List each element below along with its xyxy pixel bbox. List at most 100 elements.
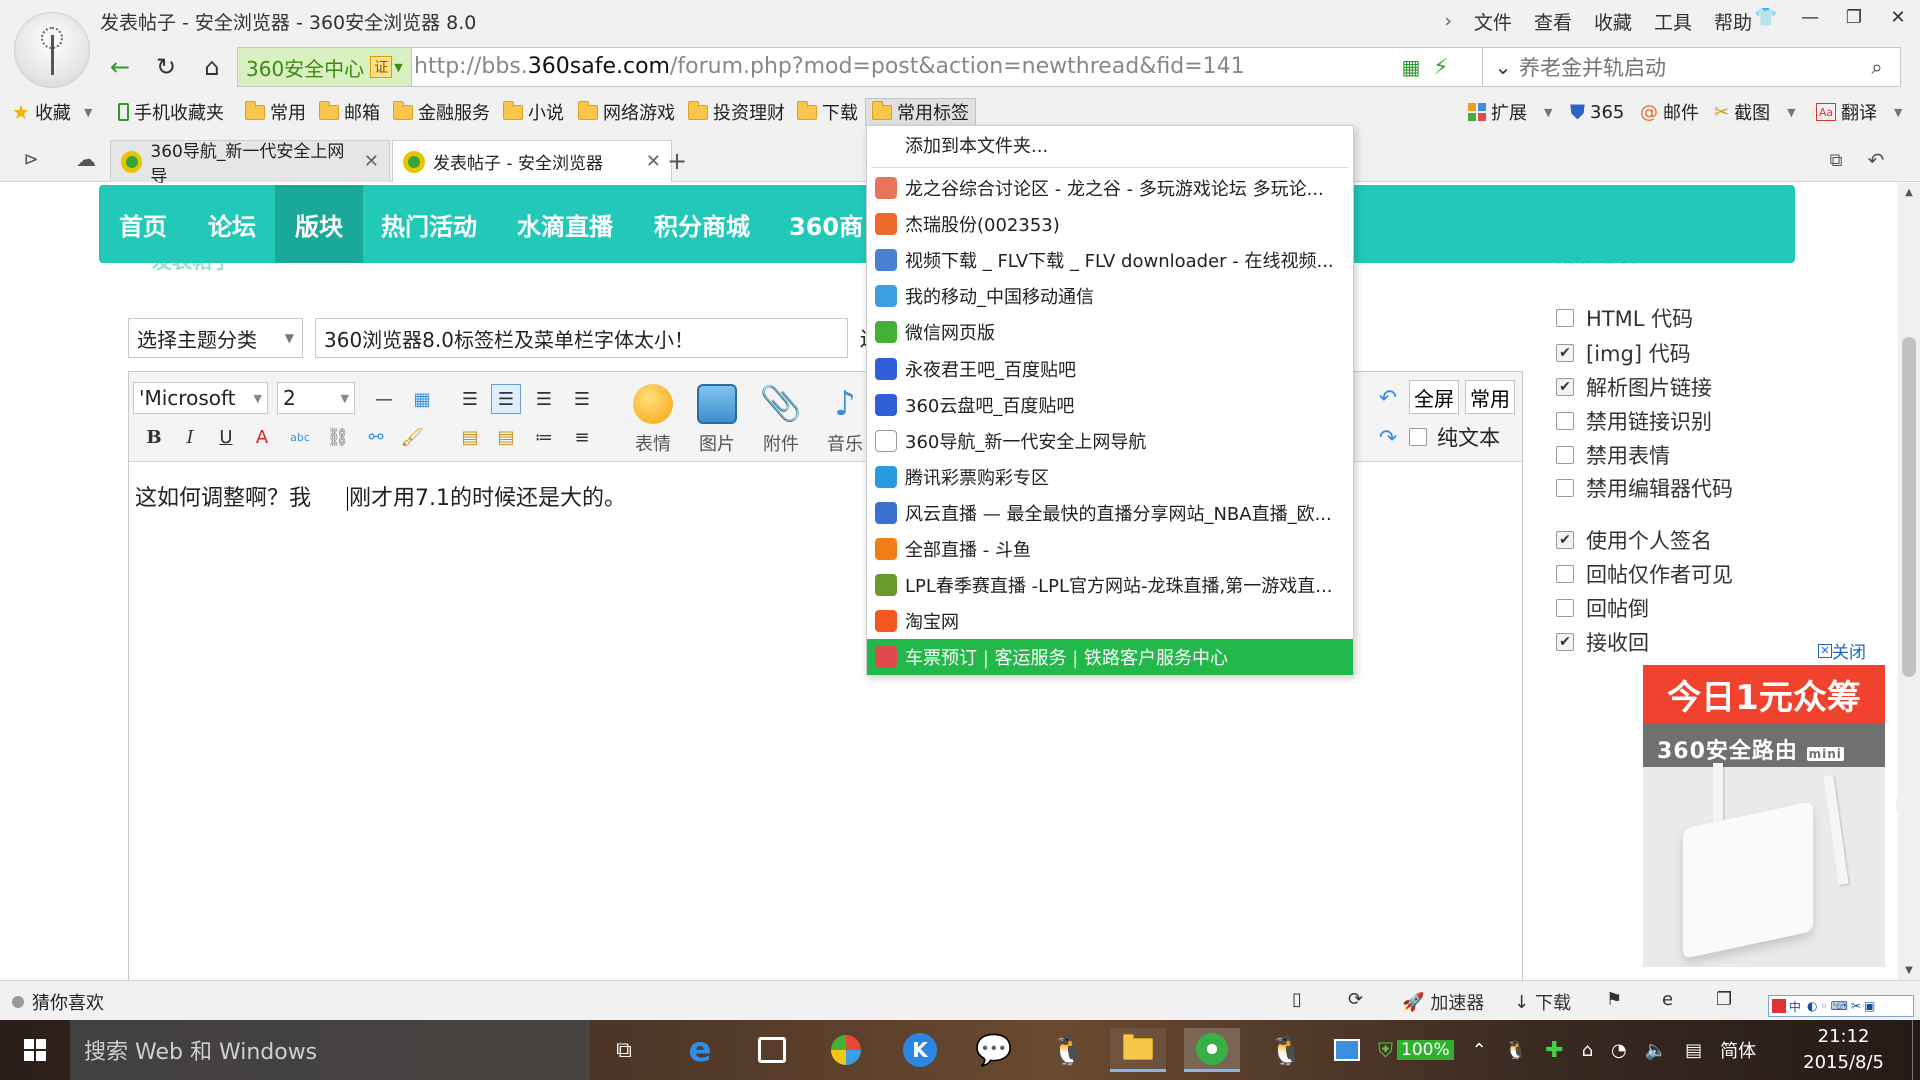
user-avatar[interactable]	[14, 12, 90, 88]
horizontal-rule-icon[interactable]: —	[369, 384, 399, 414]
sidebar-toggle-icon[interactable]: ⊳	[18, 146, 44, 172]
option-disable-editor-code[interactable]: 禁用编辑器代码	[1556, 473, 1733, 503]
search-box[interactable]: ⌄ ⌕	[1483, 47, 1901, 87]
new-tab-button[interactable]: +	[662, 146, 692, 176]
bookmark-folder-common-tags[interactable]: 常用标签	[865, 98, 976, 126]
show-desktop-button[interactable]	[1912, 1020, 1920, 1080]
minimize-button[interactable]: —	[1788, 0, 1832, 34]
lightning-icon[interactable]: ⚡	[1428, 54, 1454, 80]
ad-close-button[interactable]: ✕ 关闭	[1818, 638, 1866, 663]
mail-button[interactable]: @ 邮件	[1640, 98, 1699, 126]
clock[interactable]: 21:12 2015/8/5	[1803, 1024, 1884, 1076]
close-button[interactable]: ✕	[1876, 0, 1920, 34]
float-left-icon[interactable]: ▤	[455, 422, 485, 452]
site-nav-shop[interactable]: 积分商城	[634, 185, 770, 263]
close-tab-icon[interactable]: ✕	[364, 151, 379, 172]
option-receive-reply[interactable]: ✔ 接收回	[1556, 627, 1649, 657]
tab-new-post[interactable]: 发表帖子 - 安全浏览器 ✕	[392, 140, 672, 182]
dropdown-bookmark-item[interactable]: 微信网页版	[867, 314, 1353, 350]
cloud-icon[interactable]: ☁	[72, 146, 100, 172]
option-checkbox[interactable]: ✔	[1556, 633, 1574, 651]
paint-brush-icon[interactable]: 🖌	[397, 422, 427, 452]
menu-view[interactable]: 查看	[1534, 8, 1572, 35]
bookmark-folder-finance[interactable]: 金融服务	[393, 98, 490, 126]
option-checkbox[interactable]	[1556, 309, 1574, 327]
security-badge[interactable]: 360安全中心 证 ▼	[238, 48, 412, 86]
bookmark-folder-invest[interactable]: 投资理财	[688, 98, 785, 126]
ime-toolbar[interactable]: 中 ◐◦⌨✂▣	[1768, 995, 1914, 1017]
dropdown-bookmark-item[interactable]: 永夜君王吧_百度贴吧	[867, 351, 1353, 387]
volume-icon[interactable]: 🔈	[1645, 1040, 1667, 1061]
close-tab-icon[interactable]: ✕	[646, 151, 661, 172]
flag-icon[interactable]: ⚑	[1606, 989, 1622, 1010]
option-checkbox[interactable]: ✔	[1556, 344, 1574, 362]
option-checkbox[interactable]	[1556, 599, 1574, 617]
chevron-down-icon[interactable]: ▼	[1544, 106, 1552, 119]
float-right-icon[interactable]: ▤	[491, 422, 521, 452]
option-parse-image-links[interactable]: ✔ 解析图片链接	[1556, 372, 1712, 402]
subject-input[interactable]	[315, 318, 848, 358]
indent-icon[interactable]: ☰	[455, 384, 485, 414]
option-checkbox[interactable]	[1556, 479, 1574, 497]
screenshot-button[interactable]: ✂ 截图 ▼	[1714, 98, 1796, 126]
font-select[interactable]: 'Microsoft ▼	[133, 382, 268, 414]
tray-app2-icon[interactable]: ⌂	[1582, 1040, 1593, 1061]
guess-you-like[interactable]: 猜你喜欢	[12, 989, 104, 1015]
option-checkbox[interactable]: ✔	[1556, 531, 1574, 549]
skin-icon[interactable]: 👕	[1744, 0, 1788, 34]
bookmark-folder-games[interactable]: 网络游戏	[578, 98, 675, 126]
option-disable-link-detect[interactable]: 禁用链接识别	[1556, 406, 1712, 436]
dropdown-bookmark-item[interactable]: 龙之谷综合讨论区 - 龙之谷 - 多玩游戏论坛 多玩论...	[867, 170, 1353, 206]
notification-icon[interactable]: ▤	[1685, 1040, 1702, 1061]
site-nav-live[interactable]: 水滴直播	[497, 185, 633, 263]
dropdown-bookmark-item[interactable]: 视频下载 _ FLV下载 _ FLV downloader - 在线视频...	[867, 242, 1353, 278]
window-icon[interactable]: ❐	[1716, 989, 1732, 1010]
align-left-icon[interactable]: ☰	[491, 384, 521, 414]
undo-icon[interactable]: ↶	[1373, 384, 1403, 412]
game-center-icon[interactable]	[818, 1028, 874, 1072]
input-language[interactable]: 简体	[1720, 1037, 1756, 1063]
restore-tabs-icon[interactable]: ⧉	[1822, 146, 1850, 174]
italic-icon[interactable]: I	[175, 422, 205, 452]
accelerator-button[interactable]: 🚀 加速器	[1402, 989, 1484, 1015]
bookmark-folder-download[interactable]: 下载	[797, 98, 858, 126]
edge-icon[interactable]: e	[672, 1028, 728, 1072]
network-icon[interactable]: ◔	[1611, 1040, 1627, 1061]
360-browser-task-icon[interactable]	[1184, 1028, 1240, 1072]
dropdown-bookmark-item[interactable]: 我的移动_中国移动通信	[867, 278, 1353, 314]
fullscreen-button[interactable]: 全屏	[1409, 380, 1459, 414]
dropdown-bookmark-item[interactable]: 车票预订 | 客运服务 | 铁路客户服务中心	[867, 639, 1353, 676]
option-reply-reverse[interactable]: 回帖倒	[1556, 593, 1649, 623]
music-button[interactable]: ♪ 音乐	[817, 376, 873, 460]
chevron-up-icon[interactable]: ⌃	[1472, 1040, 1487, 1061]
dropdown-bookmark-item[interactable]: 360云盘吧_百度贴吧	[867, 387, 1353, 423]
chevron-down-icon[interactable]: ▼	[84, 106, 92, 119]
bookmark-mobile[interactable]: 手机收藏夹	[118, 98, 224, 126]
undo-close-icon[interactable]: ↶	[1862, 146, 1890, 174]
sync-icon[interactable]: ⟳	[1348, 989, 1363, 1010]
option-img-code[interactable]: ✔ [img] 代码	[1556, 338, 1691, 368]
wechat-icon[interactable]: 💬	[966, 1028, 1022, 1072]
chevron-down-icon[interactable]: ⌄	[1489, 52, 1517, 82]
option-checkbox[interactable]	[1556, 412, 1574, 430]
dropdown-bookmark-item[interactable]: 淘宝网	[867, 603, 1353, 639]
option-use-signature[interactable]: ✔ 使用个人签名	[1556, 525, 1712, 555]
font-color-icon[interactable]: A	[247, 422, 277, 452]
home-icon[interactable]: ⌂	[190, 45, 234, 89]
dropdown-bookmark-item[interactable]: 腾讯彩票购彩专区	[867, 459, 1353, 495]
font-size-select[interactable]: 2 ▼	[277, 382, 355, 414]
chevron-down-icon[interactable]: ▼	[1787, 106, 1795, 119]
emoji-button[interactable]: 表情	[625, 376, 681, 460]
scroll-down-icon[interactable]: ▼	[1902, 963, 1916, 977]
scroll-up-icon[interactable]: ▲	[1902, 185, 1916, 199]
dropdown-bookmark-item[interactable]: 风云直播 — 最全最快的直播分享网站_NBA直播_欧...	[867, 495, 1353, 531]
menu-tools[interactable]: 工具	[1654, 8, 1692, 35]
option-checkbox[interactable]: ✔	[1556, 378, 1574, 396]
link-icon[interactable]: ⛓	[323, 422, 353, 452]
tray-app-icon[interactable]	[1334, 1039, 1360, 1061]
chevron-down-icon[interactable]: ▼	[1894, 106, 1902, 119]
search-icon[interactable]: ⌕	[1864, 54, 1890, 80]
attachment-button[interactable]: 📎 附件	[753, 376, 809, 460]
taskbar-search[interactable]: 搜索 Web 和 Windows	[70, 1020, 590, 1080]
qq-icon[interactable]: 🐧	[1258, 1028, 1314, 1072]
